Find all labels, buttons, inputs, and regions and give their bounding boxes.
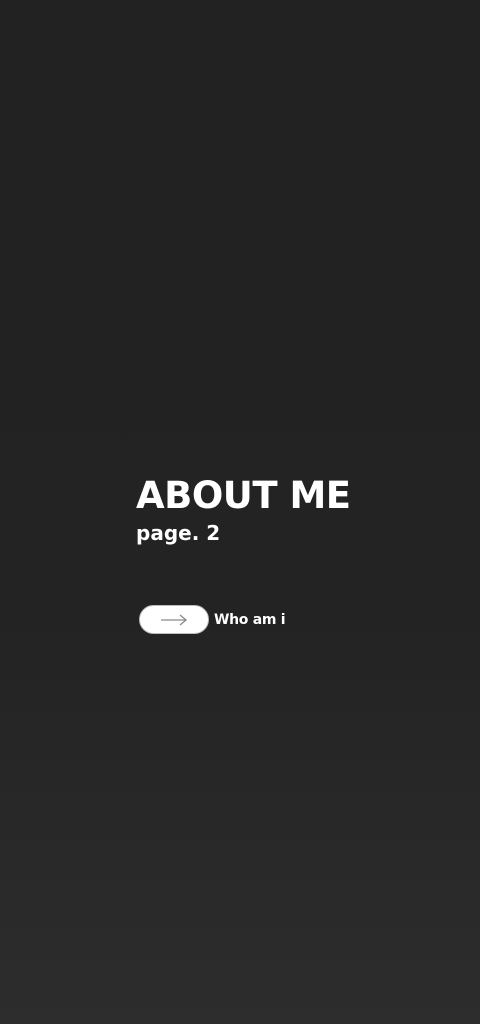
arrow-right-icon <box>161 614 188 625</box>
page-subtitle: page. 2 <box>136 521 221 545</box>
page-title: ABOUT ME <box>136 474 351 517</box>
arrow-button[interactable] <box>139 605 209 634</box>
page: { "hero": { "title": "ABOUT ME", "subtit… <box>0 0 480 1024</box>
hero: ABOUT ME page. 2 <box>136 473 456 544</box>
who-am-i-link[interactable]: Who am i <box>139 605 286 634</box>
who-am-i-label: Who am i <box>214 611 286 628</box>
